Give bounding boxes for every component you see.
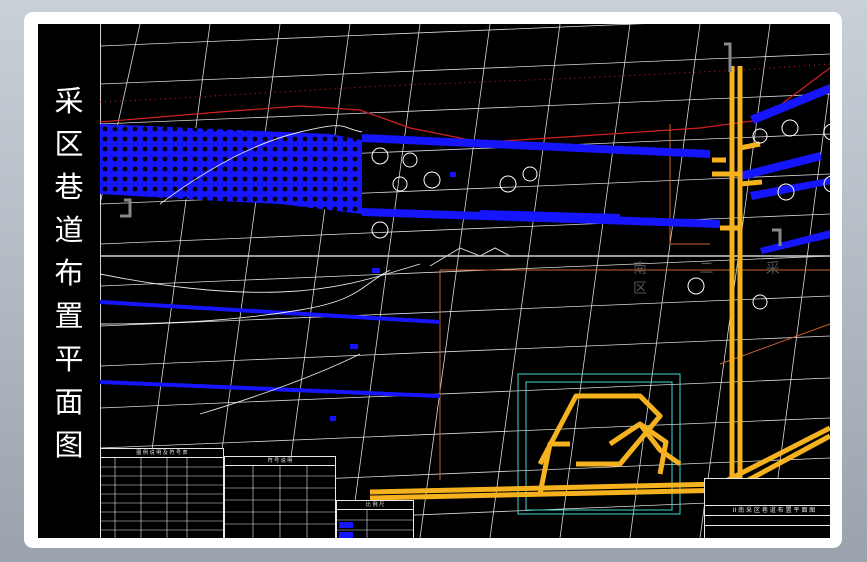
title-char: 道: [54, 213, 84, 247]
scale-table-header: 比 例 尺: [337, 501, 413, 510]
title-char: 布: [54, 256, 84, 290]
title-char: 区: [54, 127, 84, 161]
scale-table: 比 例 尺: [336, 500, 414, 538]
symbol-table-grid: [225, 466, 335, 538]
boundary-dotted: [100, 63, 830, 103]
vertical-title-text: 采 区 巷 道 布 置 平 面 图: [38, 80, 100, 467]
title-char: 置: [54, 299, 84, 333]
title-block: II 南 采 区 巷 道 布 置 平 面 图: [704, 478, 830, 538]
title-char: 平: [54, 342, 84, 376]
title-char: 采: [54, 84, 84, 118]
area-label: 南 二 采 区: [633, 261, 804, 297]
coal-pillar-hatched: [100, 124, 362, 214]
title-char: 图: [54, 428, 84, 462]
title-block-caption: II 南 采 区 巷 道 布 置 平 面 图: [732, 507, 816, 514]
scale-table-grid: [337, 510, 413, 538]
legend-table-grid: [101, 458, 223, 538]
title-char: 巷: [54, 170, 84, 204]
fault-line: [429, 247, 511, 267]
legend-table: 图 例 说 明 及 符 号 表: [100, 448, 224, 538]
cad-canvas: 采 区 巷 道 布 置 平 面 图 南 二 采 区 图 例 说 明 及 符 号 …: [38, 24, 830, 538]
vertical-title: 采 区 巷 道 布 置 平 面 图: [38, 24, 101, 538]
symbol-table-header: 符 号 说 明: [225, 457, 335, 466]
symbol-table: 符 号 说 明: [224, 456, 336, 538]
legend-table-header: 图 例 说 明 及 符 号 表: [101, 449, 223, 458]
title-char: 面: [54, 385, 84, 419]
